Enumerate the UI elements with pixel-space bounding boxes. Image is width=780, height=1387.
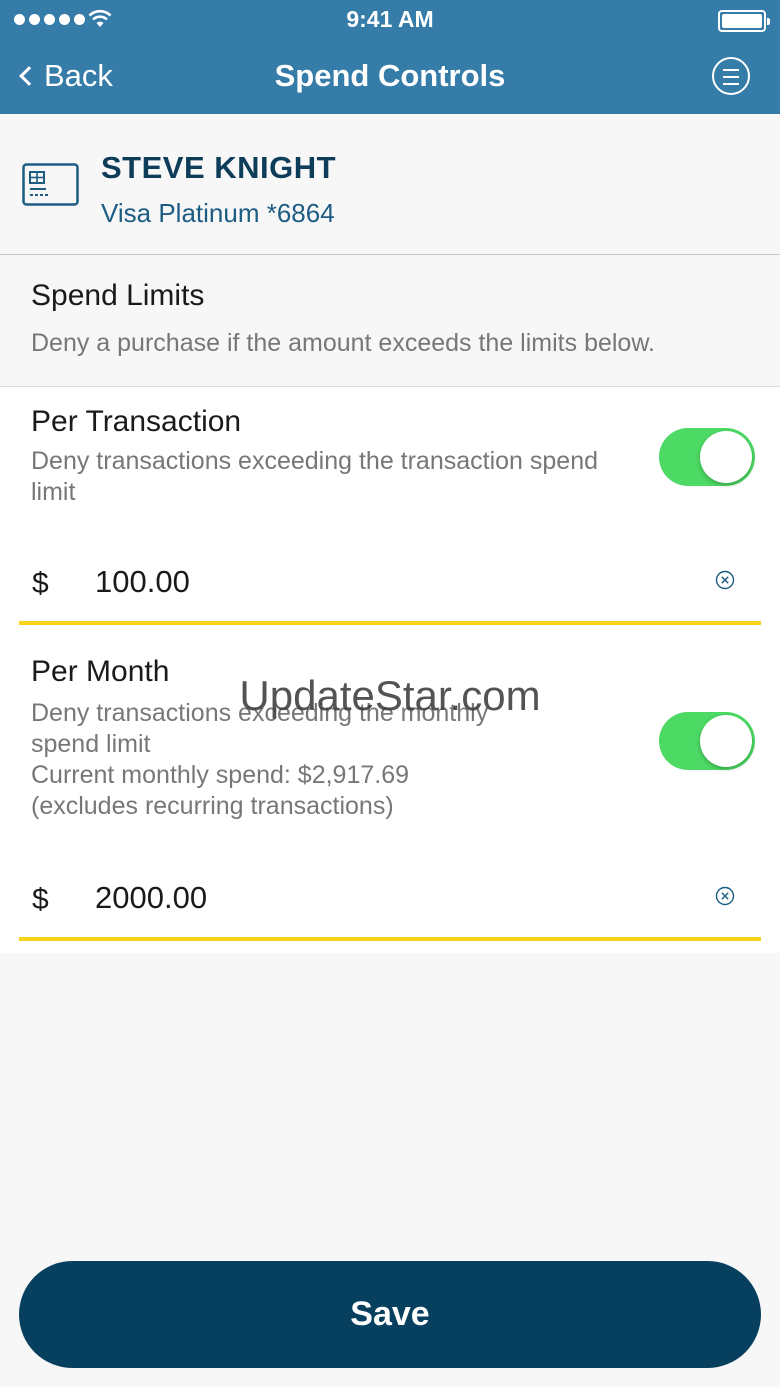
per-month-toggle[interactable] [659, 712, 755, 770]
clear-icon[interactable] [715, 570, 735, 590]
menu-icon[interactable] [712, 57, 750, 95]
per-month-amount-input[interactable] [95, 875, 655, 921]
spend-limits-subtitle: Deny a purchase if the amount exceeds th… [31, 329, 655, 357]
save-button[interactable]: Save [19, 1261, 761, 1368]
currency-symbol: $ [32, 567, 49, 600]
toggle-knob [700, 715, 752, 767]
clear-icon[interactable] [715, 886, 735, 906]
watermark: UpdateStar.com [239, 672, 541, 719]
toggle-knob [700, 431, 752, 483]
recurring-note: (excludes recurring transactions) [31, 792, 394, 820]
status-time: 9:41 AM [346, 6, 434, 32]
per-transaction-amount-input[interactable] [95, 559, 655, 605]
status-bar: 9:41 AM [0, 0, 780, 40]
per-month-amount-row: $ [19, 861, 761, 941]
card-header: STEVE KNIGHT Visa Platinum *6864 [0, 114, 780, 255]
currency-symbol: $ [32, 883, 49, 916]
spend-limits-header: Spend Limits Deny a purchase if the amou… [0, 255, 780, 387]
per-transaction-title: Per Transaction [31, 405, 242, 438]
current-monthly-spend: Current monthly spend: $2,917.69 [31, 761, 410, 789]
credit-card-icon [22, 163, 79, 206]
page-title: Spend Controls [274, 58, 506, 93]
card-name: Visa Platinum *6864 [101, 198, 335, 228]
card-holder-name: STEVE KNIGHT [101, 150, 337, 185]
spend-limits-title: Spend Limits [31, 279, 205, 312]
per-transaction-description: Deny transactions exceeding the transact… [31, 447, 599, 506]
limits-content: Per Transaction Deny transactions exceed… [0, 387, 780, 953]
nav-bar: Back Spend Controls [0, 40, 780, 114]
per-transaction-amount-row: $ [19, 545, 761, 625]
per-transaction-toggle[interactable] [659, 428, 755, 486]
battery-icon [718, 10, 770, 32]
